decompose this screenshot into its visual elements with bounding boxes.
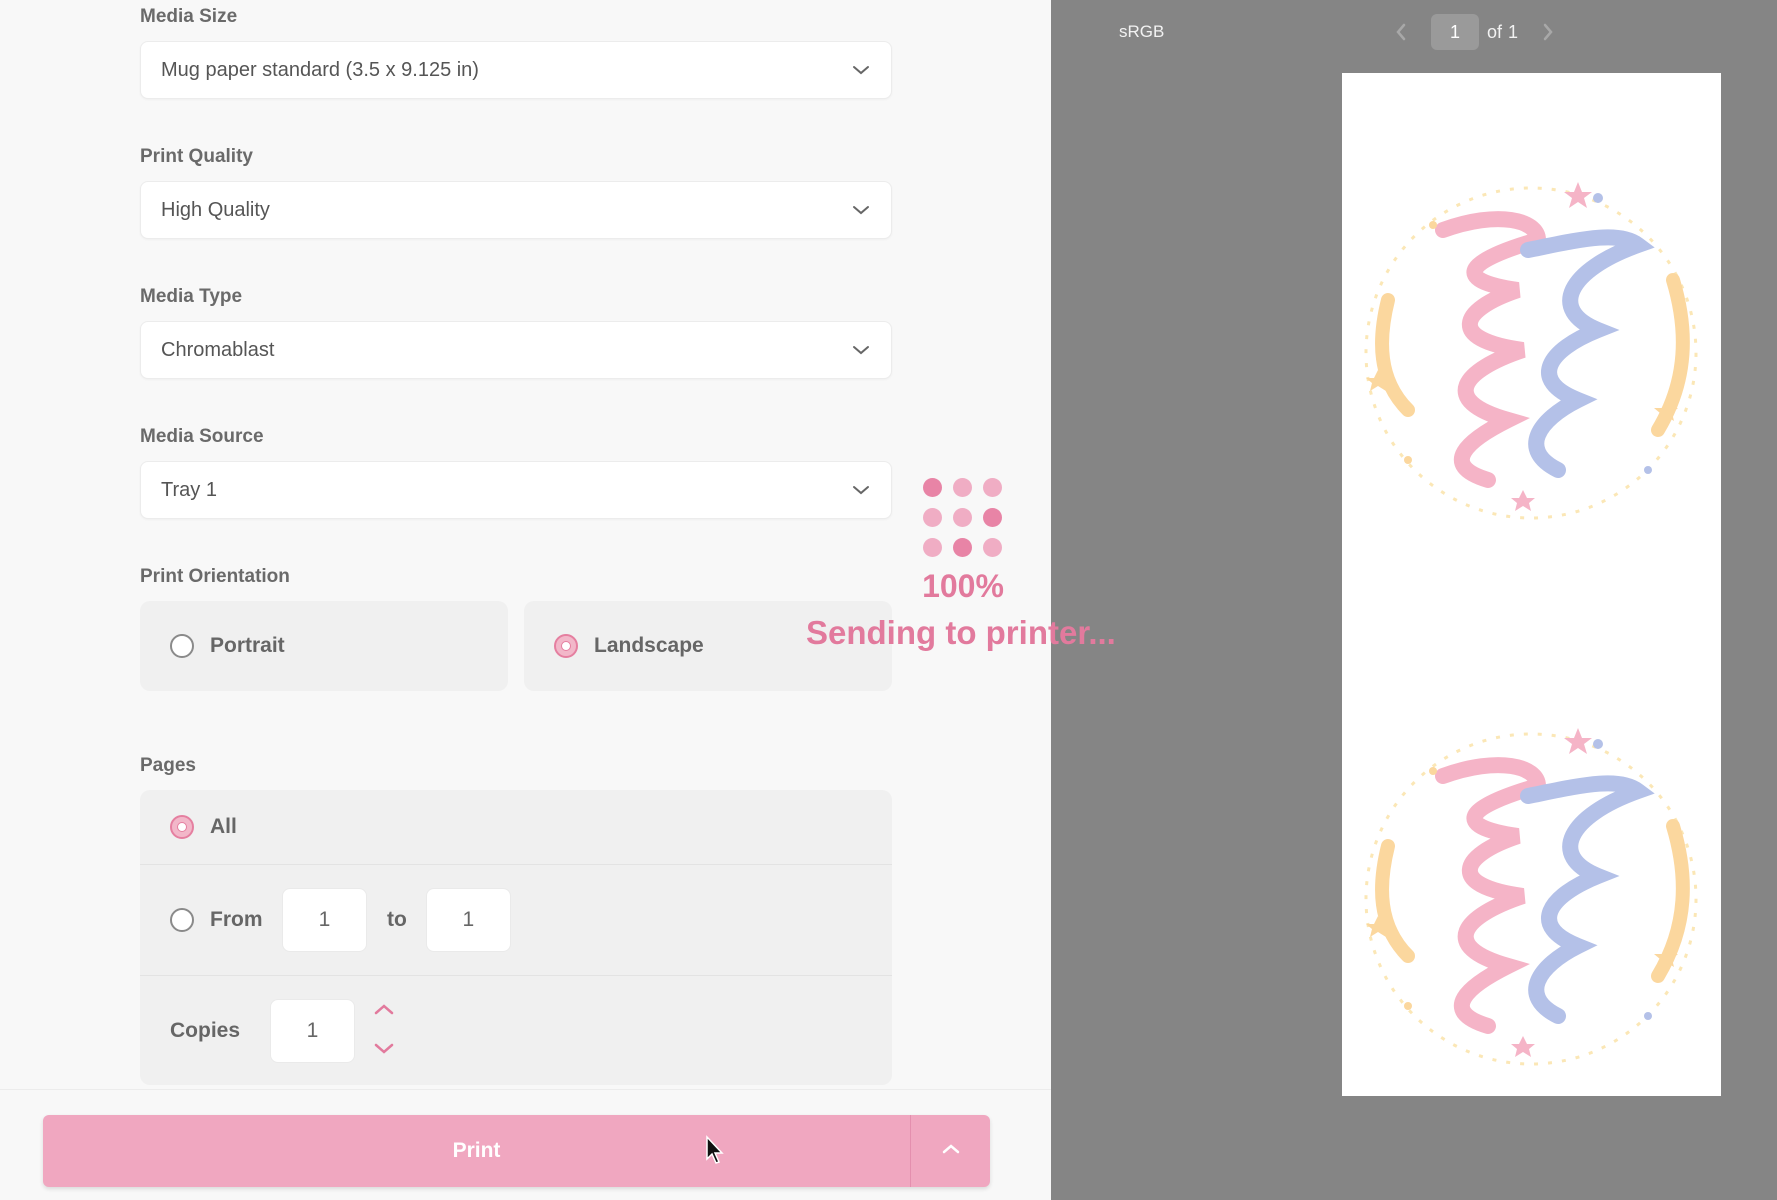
media-size-value: Mug paper standard (3.5 x 9.125 in) [161,58,479,81]
chevron-down-icon[interactable] [373,1038,395,1062]
landscape-label: Landscape [594,634,704,657]
pages-section: All From 1 to 1 Copies 1 [140,790,892,1085]
copies-stepper[interactable] [373,1000,395,1062]
media-type-label: Media Type [140,286,243,307]
spinner-dot [923,508,942,527]
print-quality-select[interactable]: High Quality [140,181,892,239]
portrait-radio[interactable] [170,634,194,658]
color-space-label: sRGB [1119,22,1165,41]
pages-from-input[interactable]: 1 [282,888,367,952]
copies-label: Copies [170,1018,241,1042]
pages-to-label: to [387,908,407,931]
media-source-select[interactable]: Tray 1 [140,461,892,519]
chevron-down-icon [851,200,871,220]
pages-label: Pages [140,755,196,776]
mug-design-image-bottom [1364,728,1698,1066]
spinner-dot [953,508,972,527]
print-quality-label: Print Quality [140,146,253,167]
chevron-up-icon [941,1142,961,1161]
pages-all-option[interactable]: All [140,790,892,864]
print-quality-value: High Quality [161,198,270,221]
media-source-label: Media Source [140,426,264,447]
chevron-down-icon [851,60,871,80]
total-pages: 1 [1508,21,1519,42]
print-options-toggle[interactable] [911,1115,990,1187]
pages-from-label: From [210,908,263,931]
progress-percent: 100% [922,568,1004,604]
pages-all-label: All [210,815,237,838]
spinner-dot [923,538,942,557]
cursor-icon [705,1135,725,1165]
print-button[interactable]: Print [43,1115,910,1187]
page-of-label: of [1487,21,1503,42]
pages-range-option: From 1 to 1 [140,865,892,975]
spinner-dot [983,508,1002,527]
chevron-down-icon [851,340,871,360]
portrait-label: Portrait [210,634,285,657]
media-size-select[interactable]: Mug paper standard (3.5 x 9.125 in) [140,41,892,99]
preview-page [1342,73,1721,1096]
media-type-select[interactable]: Chromablast [140,321,892,379]
current-page-input[interactable]: 1 [1431,14,1479,50]
landscape-radio[interactable] [554,634,578,658]
spinner-dot [983,538,1002,557]
spinner-dot [983,478,1002,497]
chevron-left-icon[interactable] [1383,14,1419,50]
spinner-dot [923,478,942,497]
spinner-dot [953,538,972,557]
print-button-group: Print [43,1115,990,1187]
pages-all-radio[interactable] [170,815,194,839]
footer-divider [0,1089,1051,1090]
sending-status-message: Sending to printer... [806,614,1116,651]
chevron-down-icon [851,480,871,500]
media-source-value: Tray 1 [161,478,217,501]
pages-from-radio[interactable] [170,908,194,932]
print-orientation-label: Print Orientation [140,566,290,587]
page-navigator: 1 of 1 [1383,14,1566,50]
spinner-dot [953,478,972,497]
pages-to-input[interactable]: 1 [425,888,511,952]
media-type-value: Chromablast [161,338,275,361]
media-size-label: Media Size [140,6,238,27]
orientation-portrait-option[interactable]: Portrait [140,601,508,691]
print-preview-panel: sRGB 1 of 1 [1051,0,1777,1200]
mug-design-image-top [1364,182,1698,520]
progress-spinner [921,476,1003,558]
chevron-up-icon[interactable] [373,1000,395,1024]
chevron-right-icon[interactable] [1530,14,1566,50]
print-settings-panel: Media Size Mug paper standard (3.5 x 9.1… [0,0,1051,1200]
copies-row: Copies 1 [140,976,892,1085]
copies-input[interactable]: 1 [270,998,355,1063]
